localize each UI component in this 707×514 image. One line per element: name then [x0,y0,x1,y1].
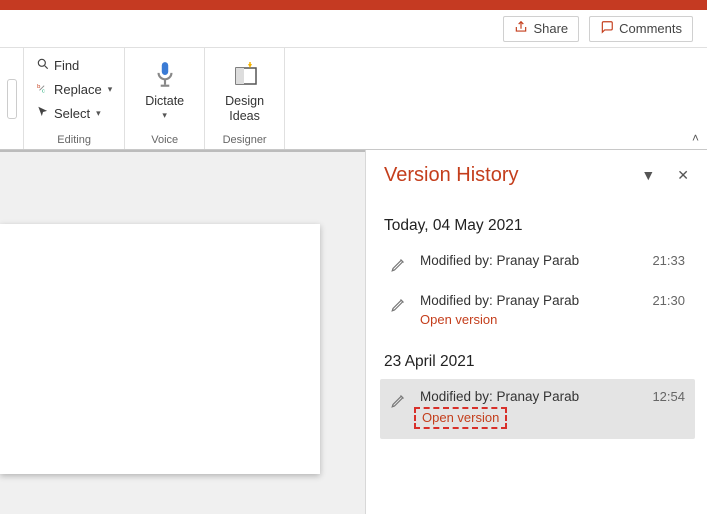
panel-body: Today, 04 May 2021 Modified by: Pranay Pa… [366,195,707,514]
version-entry[interactable]: Modified by: Pranay Parab 21:33 [380,243,695,283]
version-info: Modified by: Pranay Parab [420,253,640,268]
dictate-button[interactable]: Dictate ▾ [133,52,196,121]
version-history-panel: Version History ▼ ✕ Today, 04 May 2021 Mo… [365,150,707,514]
collapse-ribbon-button[interactable]: ˄ [692,131,699,145]
panel-header: Version History ▼ ✕ [366,150,707,195]
ribbon-group-designer: Design Ideas Designer [205,48,285,149]
replace-icon: bc [36,81,50,98]
ribbon-group-voice: Dictate ▾ Voice [125,48,205,149]
design-ideas-icon [230,58,260,92]
find-icon [36,57,50,74]
workspace: Version History ▼ ✕ Today, 04 May 2021 Mo… [0,150,707,514]
app-titlebar [0,0,707,10]
version-time: 12:54 [652,389,685,404]
version-date-heading: Today, 04 May 2021 [384,217,695,235]
panel-close-button[interactable]: ✕ [677,167,689,184]
design-ideas-label: Design Ideas [225,94,264,124]
slide[interactable] [0,224,320,474]
select-button[interactable]: Select ▾ [36,102,112,124]
find-label: Find [54,58,79,73]
version-date-heading: 23 April 2021 [384,353,695,371]
select-icon [36,105,50,122]
pencil-icon [390,255,408,273]
share-label: Share [533,21,568,36]
share-button[interactable]: Share [503,16,579,42]
svg-text:c: c [42,88,45,94]
group-label-editing: Editing [32,131,116,149]
design-ideas-button[interactable]: Design Ideas [213,52,276,124]
select-label: Select [54,106,90,121]
group-label-designer: Designer [213,131,276,149]
version-time: 21:30 [652,293,685,308]
header-row: Share Comments [0,10,707,48]
comments-button[interactable]: Comments [589,16,693,42]
ribbon-group-editing: Find bc Replace ▾ Select ▾ Editing [24,48,125,149]
pencil-icon [390,295,408,313]
group-label-voice: Voice [133,131,196,149]
replace-label: Replace [54,82,102,97]
slide-canvas-area [0,150,365,514]
dictate-label: Dictate [145,94,184,109]
open-version-link[interactable]: Open version [420,312,497,327]
version-info: Modified by: Pranay ParabOpen version [420,389,640,429]
panel-title: Version History [384,164,519,187]
version-info: Modified by: Pranay Parab Open version [420,293,640,329]
version-time: 21:33 [652,253,685,268]
comments-label: Comments [619,21,682,36]
modified-by-text: Modified by: Pranay Parab [420,389,640,404]
chevron-down-icon: ▾ [96,108,101,119]
chevron-down-icon: ▾ [162,110,167,121]
share-icon [514,20,528,37]
panel-menu-button[interactable]: ▼ [641,167,655,184]
replace-button[interactable]: bc Replace ▾ [36,78,112,100]
open-version-link[interactable]: Open version [414,407,507,429]
version-entry[interactable]: Modified by: Pranay Parab Open version 21:… [380,283,695,339]
svg-text:b: b [37,84,40,90]
microphone-icon [152,58,178,92]
pencil-icon [390,391,408,409]
comment-icon [600,20,614,37]
ribbon: Find bc Replace ▾ Select ▾ Editing Dicta… [0,48,707,150]
version-entry[interactable]: Modified by: Pranay ParabOpen version12:… [380,379,695,439]
ribbon-left-stub [0,48,24,149]
modified-by-text: Modified by: Pranay Parab [420,293,640,308]
chevron-down-icon: ▾ [108,84,113,95]
find-button[interactable]: Find [36,54,112,76]
modified-by-text: Modified by: Pranay Parab [420,253,640,268]
